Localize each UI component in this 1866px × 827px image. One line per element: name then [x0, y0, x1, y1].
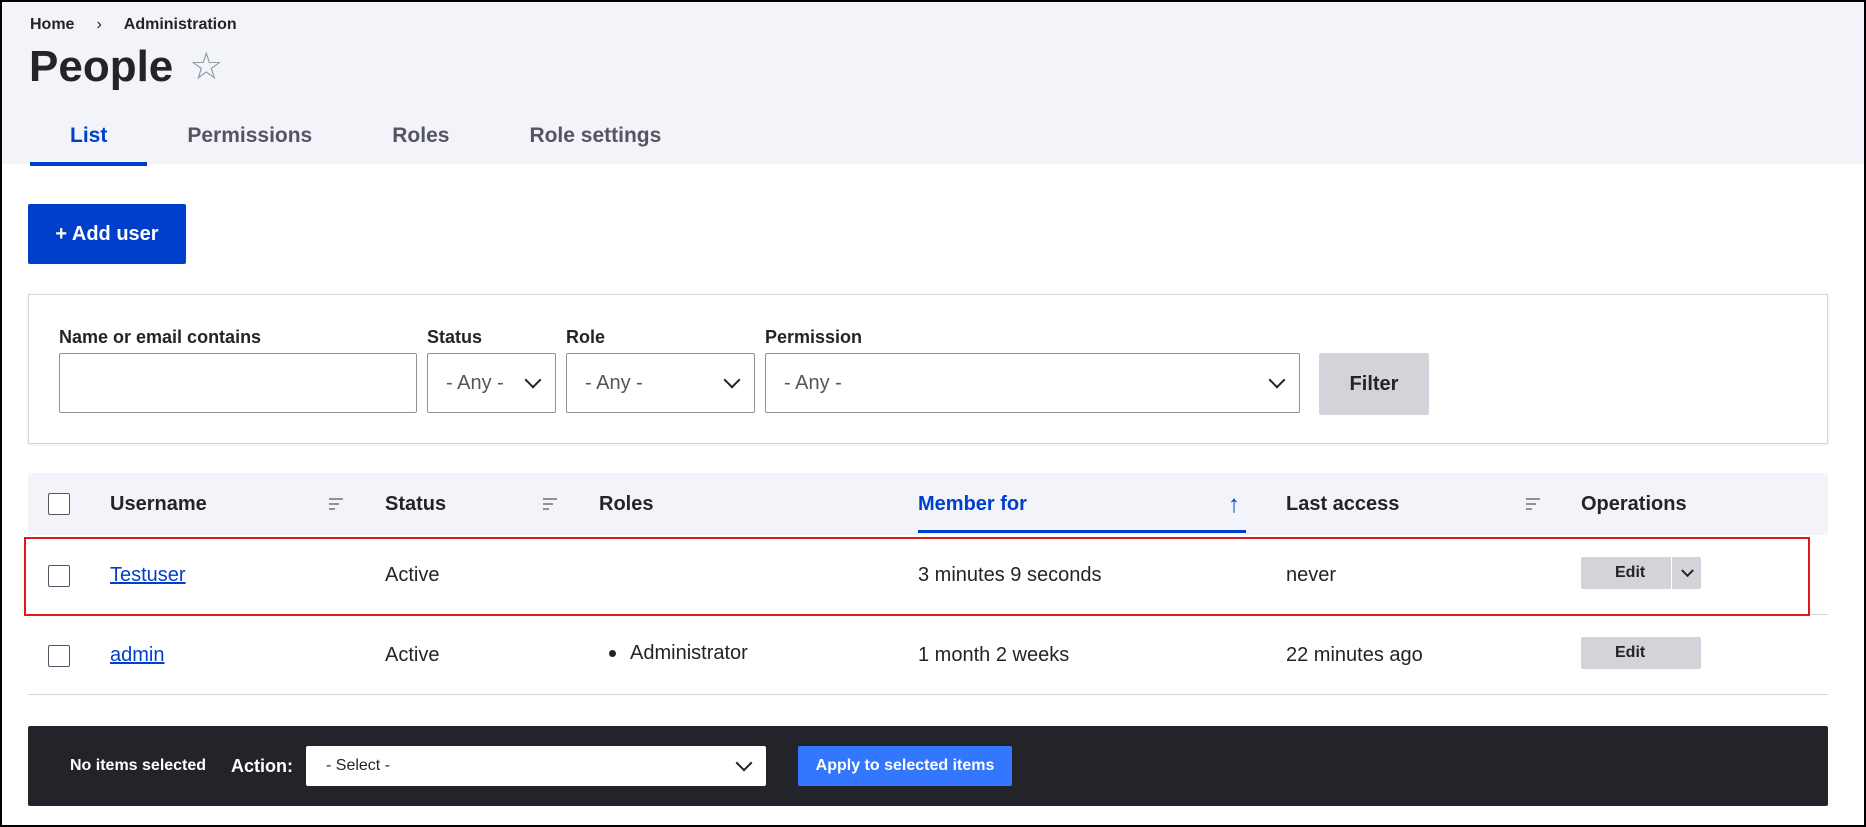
breadcrumb-home-link[interactable]: Home [30, 16, 74, 34]
status-select-value: - Any - [446, 371, 504, 394]
chevron-down-icon [723, 371, 741, 389]
name-filter-label: Name or email contains [59, 327, 262, 347]
name-email-input[interactable] [59, 353, 417, 413]
permission-select-value: - Any - [784, 371, 842, 394]
bullet-icon [609, 649, 616, 657]
selection-count: No items selected [70, 757, 207, 774]
status-cell: Active [385, 564, 440, 586]
tab-permissions[interactable]: Permissions [147, 120, 352, 166]
sort-active-underline [918, 530, 1246, 533]
row-select-checkbox[interactable] [48, 645, 70, 667]
column-status[interactable]: Status [385, 473, 446, 535]
edit-button[interactable]: Edit [1581, 557, 1701, 589]
role-select-value: - Any - [585, 371, 643, 394]
chevron-down-icon [1681, 564, 1694, 578]
chevron-down-icon [524, 371, 542, 389]
edit-button[interactable]: Edit [1581, 637, 1701, 669]
page-title: People [29, 42, 174, 91]
last-access-cell: never [1286, 564, 1337, 586]
edit-button-label: Edit [1615, 564, 1646, 581]
breadcrumb: Home › Administration [30, 16, 237, 34]
username-cell: Testuser [110, 535, 186, 615]
add-user-button[interactable]: + Add user [28, 204, 186, 264]
tab-list[interactable]: List [30, 120, 148, 166]
apply-button[interactable]: Apply to selected items [798, 746, 1012, 786]
page-header: Home › Administration People ☆ List Perm… [2, 2, 1864, 166]
select-all-checkbox[interactable] [48, 493, 70, 515]
table-header: Username Status Roles Member for ↑ Last … [28, 473, 1828, 535]
last-access-cell: 22 minutes ago [1286, 644, 1423, 666]
table-row: Testuser Active 3 minutes 9 seconds neve… [28, 535, 1828, 615]
sort-icon[interactable] [329, 498, 343, 510]
tabs: List Permissions Roles Role settings [30, 120, 701, 166]
column-member-for[interactable]: Member for [918, 473, 1027, 535]
breadcrumb-administration-link[interactable]: Administration [124, 16, 237, 34]
action-select[interactable]: - Select - [306, 746, 766, 786]
role-filter-label: Role [566, 327, 606, 347]
action-select-value: - Select - [326, 757, 391, 774]
column-roles: Roles [599, 493, 654, 515]
sort-ascending-icon[interactable]: ↑ [1228, 491, 1240, 519]
filter-button[interactable]: Filter [1319, 353, 1429, 415]
role-name: Administrator [630, 642, 748, 664]
tab-role-settings[interactable]: Role settings [489, 120, 701, 166]
column-operations: Operations [1581, 493, 1687, 515]
permission-filter-label: Permission [765, 327, 863, 347]
column-last-access[interactable]: Last access [1286, 473, 1399, 535]
chevron-down-icon [735, 754, 753, 772]
username-link[interactable]: admin [110, 644, 164, 666]
role-list-item: Administrator [609, 615, 748, 691]
status-cell: Active [385, 644, 440, 666]
column-username[interactable]: Username [110, 473, 207, 535]
sort-icon[interactable] [543, 498, 557, 510]
tab-roles[interactable]: Roles [352, 120, 489, 166]
permission-select[interactable]: - Any - [765, 353, 1300, 413]
chevron-down-icon [1268, 371, 1286, 389]
operations-dropdown-toggle[interactable] [1671, 557, 1701, 589]
role-select[interactable]: - Any - [566, 353, 755, 413]
filter-panel: Name or email contains Status - Any - Ro… [28, 294, 1828, 444]
status-select[interactable]: - Any - [427, 353, 556, 413]
bulk-actions-bar: No items selected Action: - Select - App… [28, 726, 1828, 806]
table-row: admin Active Administrator 1 month 2 wee… [28, 615, 1828, 695]
username-link[interactable]: Testuser [110, 564, 186, 586]
username-cell: admin [110, 615, 164, 695]
sort-icon[interactable] [1526, 498, 1540, 510]
status-filter-label: Status [427, 327, 483, 347]
roles-cell: Administrator [609, 615, 748, 695]
member-for-cell: 3 minutes 9 seconds [918, 564, 1102, 586]
member-for-cell: 1 month 2 weeks [918, 644, 1070, 666]
row-select-checkbox[interactable] [48, 565, 70, 587]
page-title-container: People ☆ [29, 42, 223, 92]
star-icon[interactable]: ☆ [189, 48, 223, 86]
breadcrumb-separator: › [96, 16, 102, 33]
action-label: Action: [231, 756, 293, 776]
